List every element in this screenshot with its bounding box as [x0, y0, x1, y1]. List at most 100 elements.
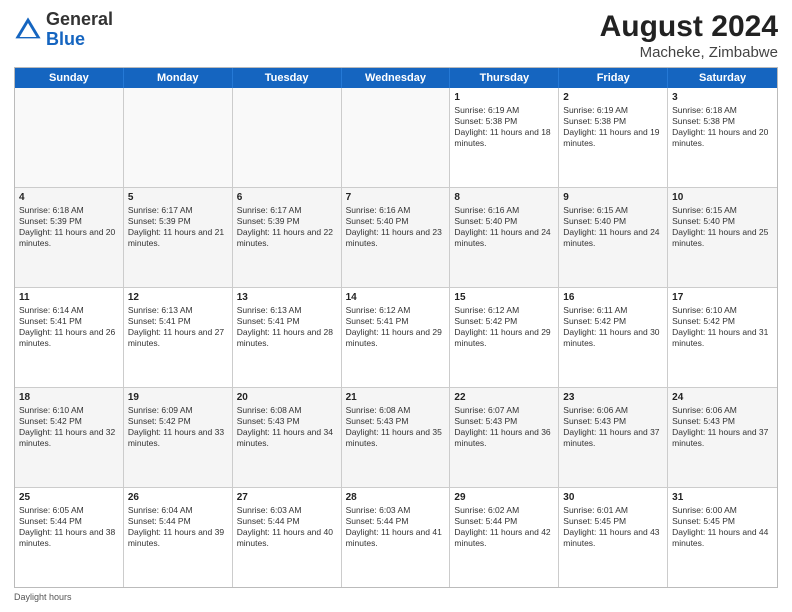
day-number: 6 [237, 191, 337, 204]
day-number: 21 [346, 391, 446, 404]
header-tuesday: Tuesday [233, 68, 342, 88]
calendar-cell: 24Sunrise: 6:06 AMSunset: 5:43 PMDayligh… [668, 388, 777, 487]
calendar-cell: 11Sunrise: 6:14 AMSunset: 5:41 PMDayligh… [15, 288, 124, 387]
sunrise-text: Sunrise: 6:03 AM [346, 505, 411, 515]
day-number: 29 [454, 491, 554, 504]
daylight-text: Daylight: 11 hours and 34 minutes. [237, 427, 333, 448]
sunset-text: Sunset: 5:44 PM [346, 516, 409, 526]
sunset-text: Sunset: 5:42 PM [563, 316, 626, 326]
sunset-text: Sunset: 5:45 PM [563, 516, 626, 526]
daylight-text: Daylight: 11 hours and 42 minutes. [454, 527, 550, 548]
sunset-text: Sunset: 5:42 PM [19, 416, 82, 426]
calendar-cell [15, 88, 124, 187]
sunset-text: Sunset: 5:39 PM [237, 216, 300, 226]
sunrise-text: Sunrise: 6:02 AM [454, 505, 519, 515]
calendar-cell: 28Sunrise: 6:03 AMSunset: 5:44 PMDayligh… [342, 488, 451, 587]
daylight-text: Daylight: 11 hours and 20 minutes. [672, 127, 768, 148]
sunrise-text: Sunrise: 6:10 AM [19, 405, 84, 415]
sunset-text: Sunset: 5:40 PM [672, 216, 735, 226]
daylight-text: Daylight: 11 hours and 25 minutes. [672, 227, 768, 248]
calendar-cell: 18Sunrise: 6:10 AMSunset: 5:42 PMDayligh… [15, 388, 124, 487]
daylight-text: Daylight: 11 hours and 44 minutes. [672, 527, 768, 548]
day-number: 23 [563, 391, 663, 404]
daylight-text: Daylight: 11 hours and 24 minutes. [454, 227, 550, 248]
day-number: 1 [454, 91, 554, 104]
calendar-cell: 12Sunrise: 6:13 AMSunset: 5:41 PMDayligh… [124, 288, 233, 387]
header-monday: Monday [124, 68, 233, 88]
calendar-row: 4Sunrise: 6:18 AMSunset: 5:39 PMDaylight… [15, 187, 777, 287]
calendar-cell: 7Sunrise: 6:16 AMSunset: 5:40 PMDaylight… [342, 188, 451, 287]
calendar-cell: 6Sunrise: 6:17 AMSunset: 5:39 PMDaylight… [233, 188, 342, 287]
sunset-text: Sunset: 5:41 PM [237, 316, 300, 326]
day-number: 14 [346, 291, 446, 304]
sunset-text: Sunset: 5:41 PM [128, 316, 191, 326]
sunrise-text: Sunrise: 6:19 AM [454, 105, 519, 115]
calendar-cell: 13Sunrise: 6:13 AMSunset: 5:41 PMDayligh… [233, 288, 342, 387]
calendar-cell: 10Sunrise: 6:15 AMSunset: 5:40 PMDayligh… [668, 188, 777, 287]
day-number: 3 [672, 91, 773, 104]
sunrise-text: Sunrise: 6:04 AM [128, 505, 193, 515]
daylight-text: Daylight: 11 hours and 21 minutes. [128, 227, 224, 248]
sunset-text: Sunset: 5:40 PM [346, 216, 409, 226]
calendar-cell: 3Sunrise: 6:18 AMSunset: 5:38 PMDaylight… [668, 88, 777, 187]
daylight-text: Daylight: 11 hours and 19 minutes. [563, 127, 659, 148]
day-number: 8 [454, 191, 554, 204]
sunset-text: Sunset: 5:43 PM [672, 416, 735, 426]
calendar-row: 25Sunrise: 6:05 AMSunset: 5:44 PMDayligh… [15, 487, 777, 587]
day-number: 10 [672, 191, 773, 204]
day-number: 24 [672, 391, 773, 404]
sunrise-text: Sunrise: 6:18 AM [19, 205, 84, 215]
daylight-text: Daylight: 11 hours and 38 minutes. [19, 527, 115, 548]
sunset-text: Sunset: 5:41 PM [346, 316, 409, 326]
calendar-cell: 22Sunrise: 6:07 AMSunset: 5:43 PMDayligh… [450, 388, 559, 487]
day-number: 27 [237, 491, 337, 504]
calendar-cell: 21Sunrise: 6:08 AMSunset: 5:43 PMDayligh… [342, 388, 451, 487]
daylight-text: Daylight: 11 hours and 40 minutes. [237, 527, 333, 548]
sunset-text: Sunset: 5:43 PM [346, 416, 409, 426]
calendar-cell: 1Sunrise: 6:19 AMSunset: 5:38 PMDaylight… [450, 88, 559, 187]
daylight-text: Daylight: 11 hours and 30 minutes. [563, 327, 659, 348]
daylight-text: Daylight: 11 hours and 22 minutes. [237, 227, 333, 248]
calendar-cell [233, 88, 342, 187]
sunset-text: Sunset: 5:42 PM [454, 316, 517, 326]
daylight-text: Daylight: 11 hours and 37 minutes. [672, 427, 768, 448]
calendar-cell: 29Sunrise: 6:02 AMSunset: 5:44 PMDayligh… [450, 488, 559, 587]
sunset-text: Sunset: 5:45 PM [672, 516, 735, 526]
calendar-cell: 26Sunrise: 6:04 AMSunset: 5:44 PMDayligh… [124, 488, 233, 587]
logo-text: General Blue [46, 10, 113, 50]
sunrise-text: Sunrise: 6:05 AM [19, 505, 84, 515]
day-number: 31 [672, 491, 773, 504]
daylight-text: Daylight: 11 hours and 27 minutes. [128, 327, 224, 348]
calendar-cell: 8Sunrise: 6:16 AMSunset: 5:40 PMDaylight… [450, 188, 559, 287]
sunset-text: Sunset: 5:43 PM [237, 416, 300, 426]
day-number: 19 [128, 391, 228, 404]
sunrise-text: Sunrise: 6:18 AM [672, 105, 737, 115]
daylight-text: Daylight: 11 hours and 29 minutes. [346, 327, 442, 348]
day-number: 22 [454, 391, 554, 404]
daylight-label: Daylight hours [14, 592, 72, 602]
calendar-cell: 9Sunrise: 6:15 AMSunset: 5:40 PMDaylight… [559, 188, 668, 287]
sunset-text: Sunset: 5:44 PM [237, 516, 300, 526]
sunrise-text: Sunrise: 6:12 AM [346, 305, 411, 315]
sunset-text: Sunset: 5:44 PM [128, 516, 191, 526]
sunrise-text: Sunrise: 6:17 AM [237, 205, 302, 215]
daylight-text: Daylight: 11 hours and 39 minutes. [128, 527, 224, 548]
calendar-cell: 16Sunrise: 6:11 AMSunset: 5:42 PMDayligh… [559, 288, 668, 387]
daylight-text: Daylight: 11 hours and 23 minutes. [346, 227, 442, 248]
day-number: 26 [128, 491, 228, 504]
sunset-text: Sunset: 5:39 PM [128, 216, 191, 226]
day-number: 7 [346, 191, 446, 204]
day-number: 12 [128, 291, 228, 304]
sunset-text: Sunset: 5:41 PM [19, 316, 82, 326]
sunrise-text: Sunrise: 6:14 AM [19, 305, 84, 315]
day-number: 17 [672, 291, 773, 304]
header-saturday: Saturday [668, 68, 777, 88]
sunrise-text: Sunrise: 6:10 AM [672, 305, 737, 315]
daylight-text: Daylight: 11 hours and 36 minutes. [454, 427, 550, 448]
sunrise-text: Sunrise: 6:12 AM [454, 305, 519, 315]
calendar-row: 18Sunrise: 6:10 AMSunset: 5:42 PMDayligh… [15, 387, 777, 487]
calendar-cell [124, 88, 233, 187]
day-number: 2 [563, 91, 663, 104]
sunset-text: Sunset: 5:39 PM [19, 216, 82, 226]
calendar-cell: 17Sunrise: 6:10 AMSunset: 5:42 PMDayligh… [668, 288, 777, 387]
